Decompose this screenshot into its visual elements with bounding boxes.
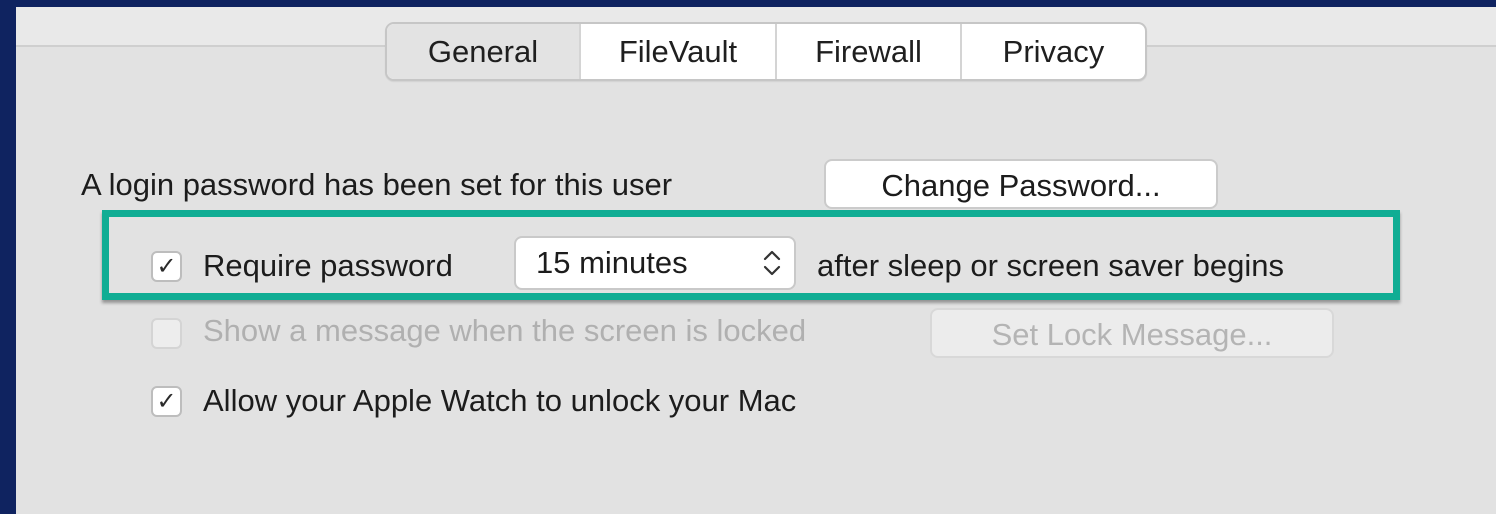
change-password-button[interactable]: Change Password...	[824, 159, 1218, 209]
checkmark-icon: ✓	[156, 388, 177, 415]
set-lock-message-button[interactable]: Set Lock Message...	[930, 308, 1334, 358]
apple-watch-checkbox[interactable]: ✓	[151, 386, 182, 417]
apple-watch-label: Allow your Apple Watch to unlock your Ma…	[203, 383, 797, 418]
tab-bar: General FileVault Firewall Privacy	[385, 22, 1147, 81]
tab-firewall[interactable]: Firewall	[777, 24, 962, 79]
require-password-label: Require password	[203, 248, 453, 283]
checkmark-icon: ✓	[156, 253, 177, 280]
require-password-delay-select[interactable]: 15 minutes	[514, 236, 796, 290]
select-value: 15 minutes	[536, 245, 688, 280]
show-message-label: Show a message when the screen is locked	[203, 313, 807, 348]
tab-filevault[interactable]: FileVault	[581, 24, 777, 79]
security-preferences-panel: General FileVault Firewall Privacy A log…	[16, 7, 1496, 514]
after-sleep-label: after sleep or screen saver begins	[817, 248, 1284, 283]
tab-privacy[interactable]: Privacy	[962, 24, 1145, 79]
tab-general[interactable]: General	[387, 24, 581, 79]
login-password-label: A login password has been set for this u…	[81, 167, 673, 202]
show-message-checkbox[interactable]	[151, 318, 182, 349]
require-password-checkbox[interactable]: ✓	[151, 251, 182, 282]
up-down-chevron-icon	[763, 250, 781, 276]
